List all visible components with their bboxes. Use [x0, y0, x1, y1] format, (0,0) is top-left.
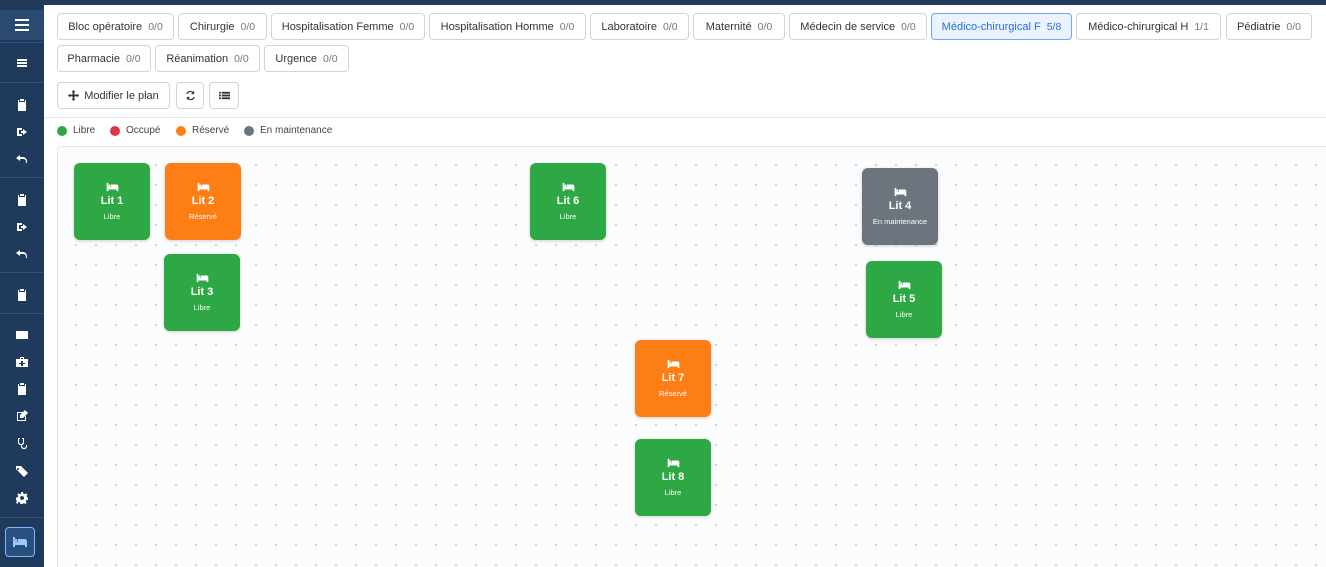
bed-card-lit-4[interactable]: Lit 4 En maintenance — [862, 168, 938, 245]
toolbar-divider — [44, 117, 1326, 118]
sidebar-list-icon[interactable] — [0, 52, 44, 74]
sidebar-bed-plan-icon[interactable] — [5, 527, 35, 557]
sidebar — [0, 5, 44, 567]
refresh-button[interactable] — [176, 82, 204, 109]
sidebar-stethoscope-icon[interactable] — [0, 432, 44, 454]
legend-item-reserve: Réservé — [176, 125, 229, 136]
sidebar-separator — [0, 177, 44, 178]
sidebar-clipboard-icon[interactable] — [0, 284, 44, 306]
sidebar-medkit-icon[interactable] — [0, 351, 44, 373]
sidebar-card-icon[interactable] — [0, 324, 44, 346]
sidebar-undo-icon[interactable] — [0, 243, 44, 265]
bed-icon — [894, 187, 906, 197]
menu-toggle-icon[interactable] — [0, 10, 44, 40]
tab-pharmacie[interactable]: Pharmacie 0/0 — [57, 45, 151, 72]
top-bar — [0, 0, 1326, 5]
tab-bloc-operatoire[interactable]: Bloc opératoire 0/0 — [57, 13, 174, 40]
legend-item-maintenance: En maintenance — [244, 125, 332, 136]
tab-medecin-de-service[interactable]: Médecin de service 0/0 — [789, 13, 927, 40]
sidebar-clipboard-icon[interactable] — [0, 94, 44, 116]
bed-icon — [197, 182, 209, 192]
legend-item-occupe: Occupé — [110, 125, 160, 136]
sidebar-separator — [0, 82, 44, 83]
legend-item-libre: Libre — [57, 125, 95, 136]
sidebar-clipboard-icon[interactable] — [0, 378, 44, 400]
sidebar-edit-icon[interactable] — [0, 405, 44, 427]
move-icon — [68, 90, 80, 101]
tab-hospitalisation-femme[interactable]: Hospitalisation Femme 0/0 — [271, 13, 425, 40]
bed-icon — [898, 280, 910, 290]
sidebar-undo-icon[interactable] — [0, 148, 44, 170]
list-icon — [218, 91, 230, 100]
list-view-button[interactable] — [209, 82, 239, 109]
sidebar-tags-icon[interactable] — [0, 460, 44, 482]
tab-pediatrie[interactable]: Pédiatrie 0/0 — [1226, 13, 1312, 40]
bed-card-lit-7[interactable]: Lit 7 Réservé — [635, 340, 711, 417]
bed-icon — [196, 273, 208, 283]
refresh-icon — [185, 90, 195, 101]
sidebar-clipboard-icon[interactable] — [0, 189, 44, 211]
tab-medico-chirurgical-f[interactable]: Médico-chirurgical F 5/8 — [931, 13, 1072, 40]
sidebar-separator — [0, 517, 44, 518]
legend-dot — [57, 125, 67, 136]
tab-reanimation[interactable]: Réanimation 0/0 — [155, 45, 260, 72]
tab-hospitalisation-homme[interactable]: Hospitalisation Homme 0/0 — [429, 13, 586, 40]
bed-card-lit-8[interactable]: Lit 8 Libre — [635, 439, 711, 516]
tab-chirurgie[interactable]: Chirurgie 0/0 — [178, 13, 267, 40]
bed-icon — [667, 359, 679, 369]
legend-dot — [176, 125, 186, 136]
sidebar-separator — [0, 313, 44, 314]
bed-card-lit-2[interactable]: Lit 2 Réservé — [165, 163, 241, 240]
tab-urgence[interactable]: Urgence 0/0 — [264, 45, 349, 72]
tab-maternite[interactable]: Maternité 0/0 — [693, 13, 785, 40]
bed-card-lit-6[interactable]: Lit 6 Libre — [530, 163, 606, 240]
bed-icon — [106, 182, 118, 192]
bed-card-lit-1[interactable]: Lit 1 Libre — [74, 163, 150, 240]
tab-medico-chirurgical-h[interactable]: Médico-chirurgical H 1/1 — [1076, 13, 1221, 40]
bed-icon — [562, 182, 574, 192]
bed-icon — [667, 458, 679, 468]
sidebar-sign-out-icon[interactable] — [0, 216, 44, 238]
edit-plan-button[interactable]: Modifier le plan — [57, 82, 170, 109]
bed-card-lit-3[interactable]: Lit 3 Libre — [164, 254, 240, 331]
bed-card-lit-5[interactable]: Lit 5 Libre — [866, 261, 942, 338]
tab-laboratoire[interactable]: Laboratoire 0/0 — [590, 13, 689, 40]
sidebar-gear-icon[interactable] — [0, 487, 44, 509]
sidebar-separator — [0, 272, 44, 273]
sidebar-sign-out-icon[interactable] — [0, 121, 44, 143]
legend-dot — [244, 125, 254, 136]
legend-dot — [110, 125, 120, 136]
sidebar-separator — [0, 42, 44, 43]
